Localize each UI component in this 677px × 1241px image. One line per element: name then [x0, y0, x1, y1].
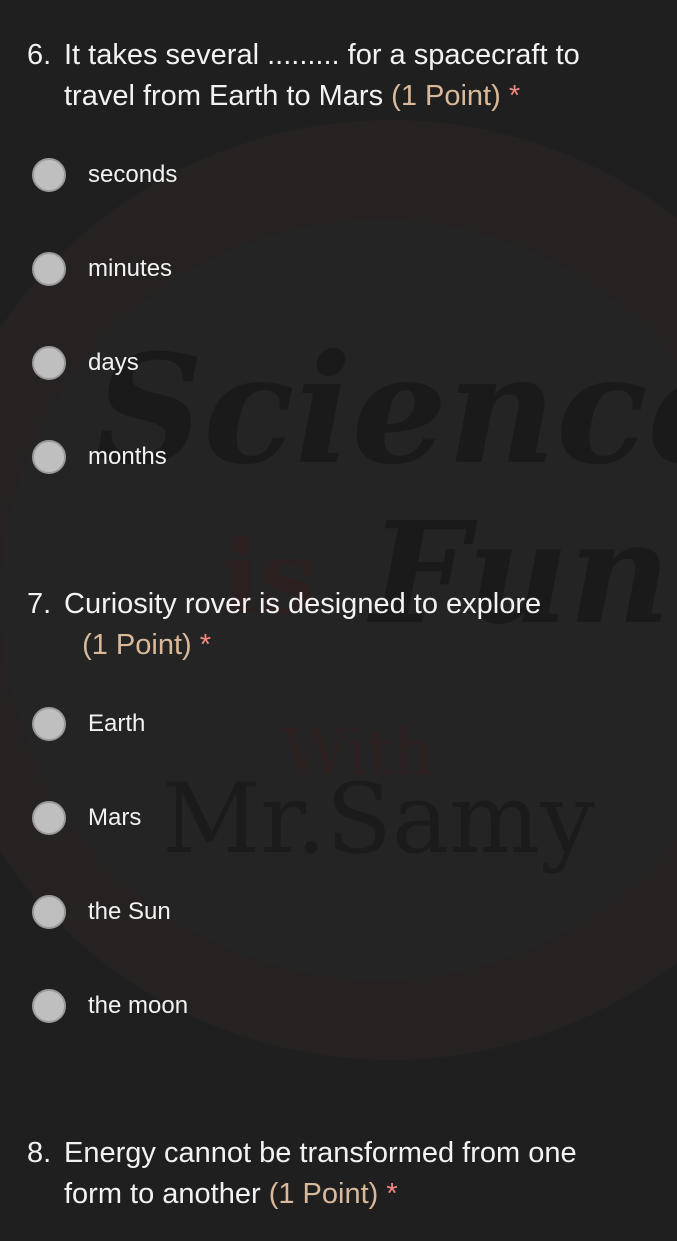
form-page: Science is Fun With Mr.Samy 6. It takes … [0, 0, 677, 1241]
option-label: the Sun [88, 898, 171, 925]
question-text-line1: It takes several ......... for a spacecr… [64, 39, 580, 71]
points-label: (1 Point) [391, 80, 501, 112]
radio-button[interactable] [32, 346, 66, 380]
option-label: Earth [88, 710, 146, 737]
option-label: months [88, 443, 167, 470]
option-label: days [88, 349, 139, 376]
option-label: seconds [88, 161, 178, 188]
radio-button[interactable] [32, 989, 66, 1023]
question-number: 6. [27, 39, 52, 71]
radio-button[interactable] [32, 707, 66, 741]
radio-button[interactable] [32, 158, 66, 192]
question-text-line2: travel from Earth to Mars [64, 80, 384, 112]
radio-button[interactable] [32, 801, 66, 835]
radio-button[interactable] [32, 895, 66, 929]
option-days[interactable]: days [32, 344, 139, 382]
option-seconds[interactable]: seconds [32, 156, 177, 194]
question-text-line1: Curiosity rover is designed to explore [64, 588, 542, 620]
watermark-text-science: Science [95, 322, 677, 498]
watermark-text-mr-samy: Mr.Samy [162, 763, 594, 875]
question-title: 6. It takes several ......... for a spac… [0, 35, 677, 117]
points-label: (1 Point) [82, 629, 192, 661]
points-label: (1 Point) [268, 1178, 379, 1210]
required-asterisk: * [386, 1178, 398, 1210]
option-the-moon[interactable]: the moon [32, 987, 188, 1025]
option-label: the moon [88, 992, 189, 1019]
option-the-sun[interactable]: the Sun [32, 893, 171, 931]
option-months[interactable]: months [32, 438, 167, 476]
radio-button[interactable] [32, 440, 66, 474]
question-title: 8. Energy cannot be transformed from one… [0, 1133, 677, 1215]
question-number: 7. [27, 588, 52, 620]
radio-button[interactable] [32, 252, 66, 286]
question-text-line1: Energy cannot be transformed from one [64, 1137, 577, 1169]
watermark-text-with: With [282, 716, 434, 790]
question-title: 7. Curiosity rover is designed to explor… [0, 584, 677, 666]
option-label: minutes [88, 255, 173, 282]
question-7: 7. Curiosity rover is designed to explor… [0, 584, 677, 666]
option-label: Mars [88, 804, 142, 831]
option-minutes[interactable]: minutes [32, 250, 172, 288]
question-8: 8. Energy cannot be transformed from one… [0, 1133, 677, 1215]
option-earth[interactable]: Earth [32, 705, 145, 743]
required-asterisk: * [508, 80, 521, 112]
question-text-line2: form to another [64, 1178, 261, 1210]
required-asterisk: * [199, 629, 212, 661]
question-6: 6. It takes several ......... for a spac… [0, 35, 677, 117]
option-mars[interactable]: Mars [32, 799, 141, 837]
question-number: 8. [27, 1137, 52, 1169]
